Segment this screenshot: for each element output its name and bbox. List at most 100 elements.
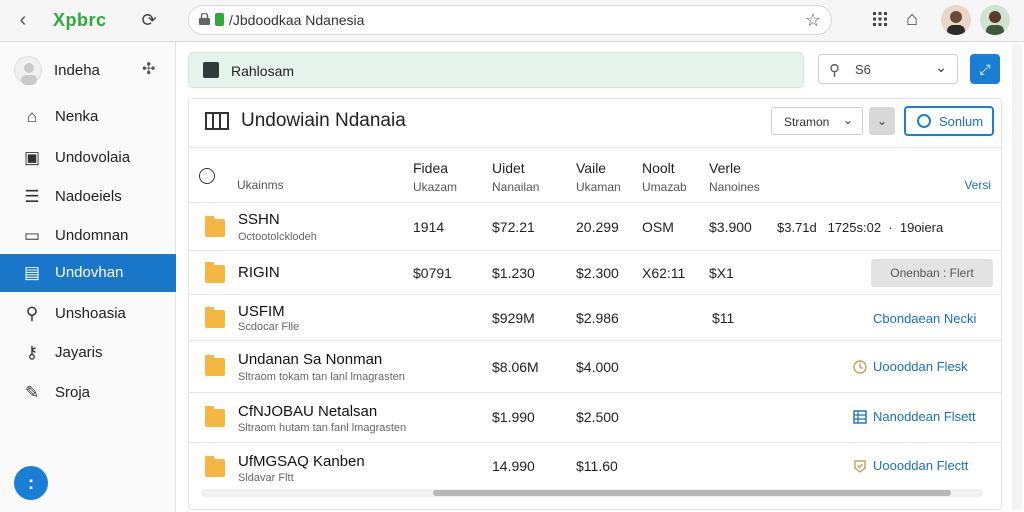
row-cell: 1914	[413, 219, 445, 235]
badge-icon	[854, 460, 866, 473]
table-header: Ukainms Fidea Ukazam Uidet Nanailan Vail…	[189, 147, 1001, 203]
column-header[interactable]: Fidea	[413, 160, 448, 176]
clock-icon	[853, 360, 867, 374]
sidebar-item-undovolaia[interactable]: ▣ Undovolaia	[0, 139, 176, 177]
row-name: USFIM	[238, 303, 285, 320]
secure-indicator-icon	[215, 13, 224, 26]
sidebar-item-label: Undomnan	[55, 227, 129, 244]
row-action-button[interactable]: Onenban : Flert	[871, 259, 993, 287]
row-cell: $2.500	[576, 409, 619, 425]
column-subheader: Umazab	[642, 180, 687, 194]
settings-icon[interactable]: ✣	[142, 59, 155, 79]
address-bar[interactable]: /Jbdoodkaa Ndanesia ☆	[188, 5, 832, 35]
row-subtitle: Sltraom hutam tan fanl lmagrasten	[238, 422, 407, 434]
url-text: /Jbdoodkaa Ndanesia	[229, 12, 365, 28]
vertical-scrollbar[interactable]	[1012, 44, 1022, 510]
column-header[interactable]: Verle	[709, 160, 741, 176]
key-icon: ⚷	[25, 343, 39, 362]
back-arrow-icon[interactable]: ‹	[12, 9, 34, 31]
sidebar-item-label: Sroja	[55, 384, 91, 401]
column-header[interactable]: Uidet	[492, 160, 525, 176]
sidebar-item-sroja[interactable]: ✎ Sroja	[0, 374, 176, 412]
row-action-link[interactable]: Uoooddan Flesk	[873, 359, 968, 374]
profile-name: Indeha	[54, 62, 100, 79]
horizontal-scrollbar[interactable]	[201, 489, 983, 497]
lock-icon	[199, 13, 210, 25]
row-action-link[interactable]: Nanoddean Flsett	[873, 409, 976, 424]
column-header-versi[interactable]: Versi	[964, 178, 991, 192]
columns-icon	[205, 112, 229, 130]
apps-grid-icon[interactable]	[872, 11, 888, 27]
column-subheader: Ukainms	[237, 178, 284, 192]
row-extra: $3.71d 1725s:02 · 19oiera	[777, 220, 944, 235]
search-value: S6	[855, 62, 871, 77]
window-icon: ▣	[23, 148, 41, 167]
row-subtitle: Sltraom tokam tan lanl lmagrasten	[238, 371, 405, 383]
brand-logo[interactable]: Xpbrc	[53, 10, 107, 31]
row-cell: $2.986	[576, 310, 619, 326]
row-cell: $11.60	[576, 458, 618, 474]
row-name: Undanan Sa Nonman	[238, 351, 383, 368]
row-action-link[interactable]: Cbondaean Necki	[873, 311, 976, 326]
user-avatar-icon	[14, 56, 42, 85]
row-cell: 20.299	[576, 219, 619, 235]
folder-icon	[205, 262, 225, 283]
content-panel: Undowiain Ndanaia Stramon ⌄ ⌄ Sonlum Uka…	[188, 98, 1002, 510]
primary-action-label: Sonlum	[939, 114, 984, 129]
sidebar-profile[interactable]: Indeha ✣	[14, 56, 164, 86]
row-cell: $8.06M	[492, 359, 539, 375]
sidebar-item-undovhan[interactable]: ▤ Undovhan	[0, 254, 176, 292]
home-icon: ⌂	[26, 107, 38, 126]
sidebar-item-undomnan[interactable]: ▭ Undomnan	[0, 217, 176, 255]
sidebar-item-label: Nadoeiels	[55, 188, 122, 205]
folder-icon	[205, 456, 225, 477]
sidebar-item-jayaris[interactable]: ⚷ Jayaris	[0, 334, 176, 372]
banner-text: Rahlosam	[231, 63, 295, 79]
row-action-link[interactable]: Uoooddan Flectt	[873, 458, 968, 473]
search-input[interactable]: ⚲ S6 ⌄	[818, 54, 958, 84]
chevron-down-icon: ⌄	[842, 113, 853, 127]
primary-action-button[interactable]: Sonlum	[904, 106, 994, 136]
scrollbar-thumb[interactable]	[433, 490, 951, 496]
page-title: Undowiain Ndanaia	[241, 110, 406, 131]
sidebar-item-label: Undovolaia	[55, 149, 131, 166]
table-row[interactable]: SSHN Octootolcklodeh 1914 $72.21 20.299 …	[189, 203, 1001, 251]
reload-icon[interactable]: ⟳	[138, 9, 160, 31]
column-subheader: Ukazam	[413, 180, 458, 194]
row-cell: $0791	[413, 265, 452, 281]
folder-icon	[205, 406, 225, 427]
sidebar-item-unshoasia[interactable]: ⚲ Unshoasia	[0, 295, 176, 333]
table-row[interactable]: Undanan Sa Nonman Sltraom tokam tan lanl…	[189, 341, 1001, 393]
sort-dropdown[interactable]: Stramon ⌄	[771, 107, 863, 135]
table-row[interactable]: CfNJOBAU Netalsan Sltraom hutam tan fanl…	[189, 393, 1001, 443]
row-subtitle: Sldavar Fltt	[238, 472, 294, 484]
row-name: CfNJOBAU Netalsan	[238, 403, 378, 420]
dropdown-toggle-button[interactable]: ⌄	[869, 107, 895, 135]
table-row[interactable]: RIGIN $0791 $1.230 $2.300 X62:11 $X1 One…	[189, 251, 1001, 295]
row-name: UfMGSAQ Kanben	[238, 453, 365, 470]
bookmark-star-icon[interactable]: ☆	[805, 10, 821, 31]
sidebar-item-label: Undovhan	[55, 264, 124, 281]
row-subtitle: Octootolcklodeh	[238, 231, 317, 243]
calendar-icon: ▤	[23, 263, 41, 282]
floating-action-button[interactable]: :	[14, 466, 48, 500]
column-header[interactable]: Noolt	[642, 160, 675, 176]
row-cell: $1.990	[492, 409, 535, 425]
avatar[interactable]	[941, 5, 971, 35]
sidebar-item-label: Unshoasia	[55, 305, 126, 322]
row-cell: 14.990	[492, 458, 535, 474]
folder-icon	[205, 355, 225, 376]
sidebar-item-label: Jayaris	[55, 344, 103, 361]
home-icon[interactable]: ⌂	[906, 8, 918, 31]
sidebar-item-nenka[interactable]: ⌂ Nenka	[0, 98, 176, 136]
sidebar-item-nadoeiels[interactable]: ☰ Nadoeiels	[0, 178, 176, 216]
column-header[interactable]: Vaile	[576, 160, 606, 176]
table-row[interactable]: USFIM Scdocar Flle $929M $2.986 $11 Cbon…	[189, 295, 1001, 341]
expand-button[interactable]: ⤢	[970, 54, 1000, 84]
avatar[interactable]	[980, 5, 1010, 35]
document-icon: ☰	[24, 187, 40, 206]
table-row[interactable]: UfMGSAQ Kanben Sldavar Fltt 14.990 $11.6…	[189, 443, 1001, 489]
chevron-down-icon[interactable]: ⌄	[935, 59, 947, 76]
select-all-checkbox[interactable]	[199, 168, 215, 184]
briefcase-icon	[203, 62, 219, 78]
